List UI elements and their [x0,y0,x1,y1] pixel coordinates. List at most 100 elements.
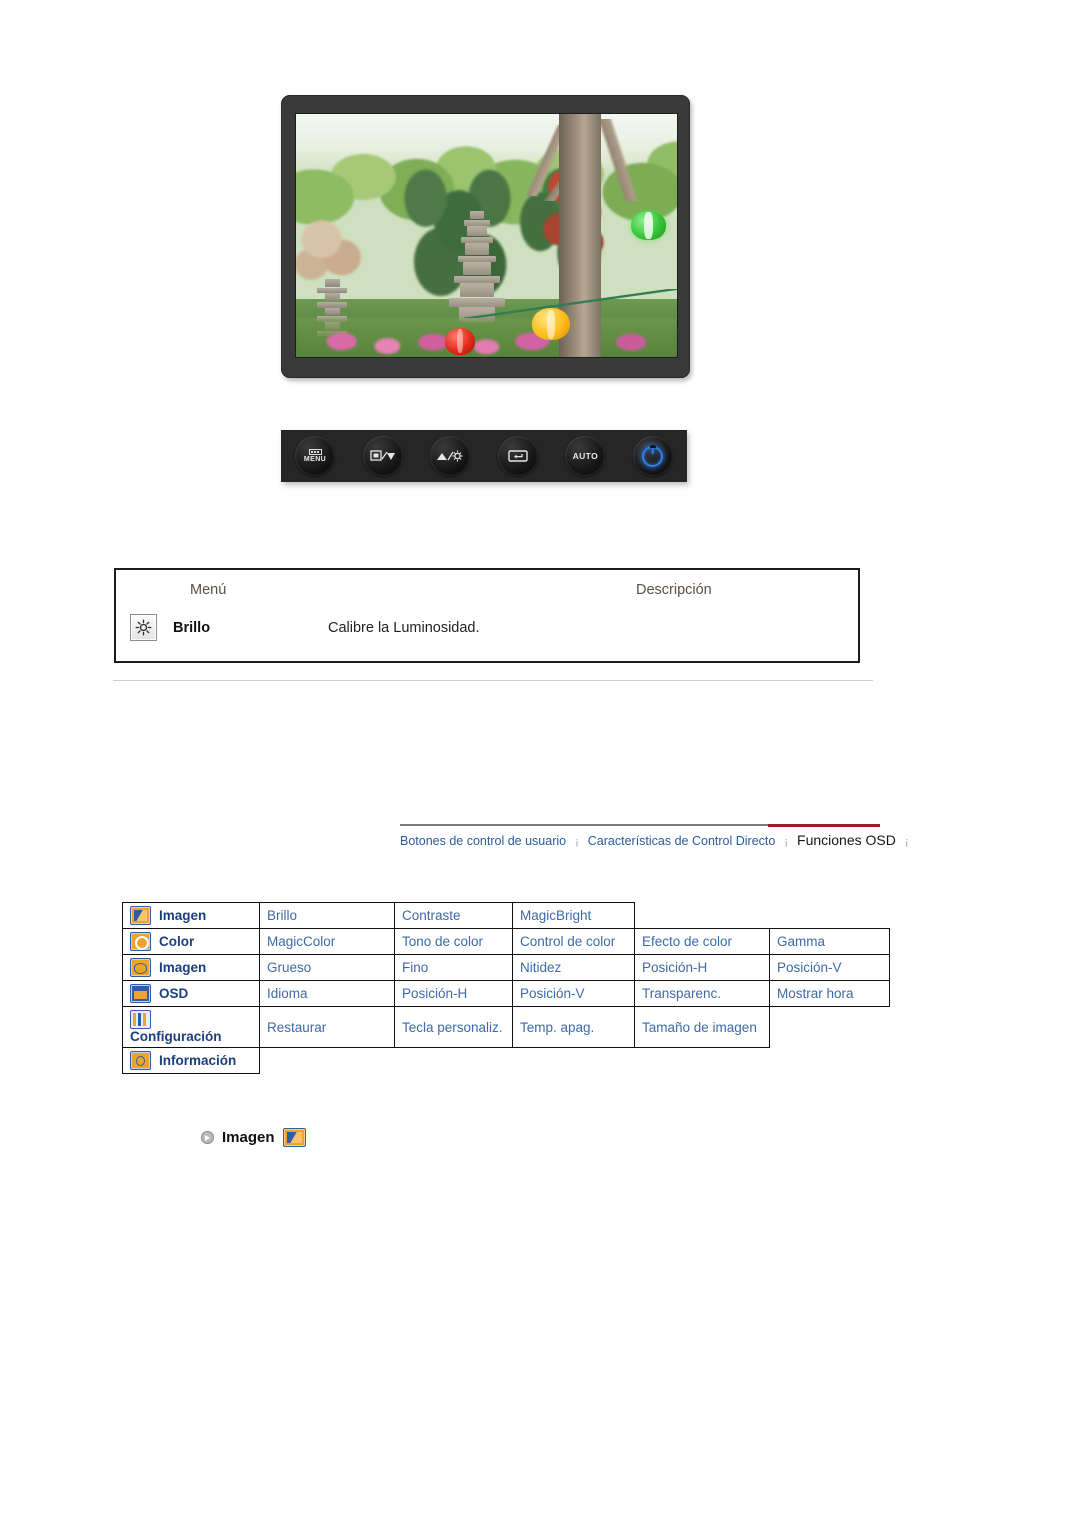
empty-cell [635,903,770,929]
auto-button-label: AUTO [572,451,599,461]
section-heading-imagen: Imagen [201,1128,306,1147]
color-icon [130,932,151,951]
menu-item-cell[interactable]: Temp. apag. [512,1006,635,1048]
breadcrumb-rule [400,824,768,826]
menu-item-cell[interactable]: Idioma [259,980,395,1007]
menu-item-cell[interactable]: Control de color [512,928,635,955]
menu-button[interactable]: MENU [295,436,335,476]
garden-photo [296,114,677,357]
menu-button-label: MENU [303,455,327,463]
menu-name: Brillo [173,619,211,636]
category-label: Configuración [130,1029,222,1044]
monitor-screen [295,113,678,358]
breadcrumb-separator: ¡ [575,836,579,848]
table-row: Brillo Calibre la Luminosidad. [116,608,858,661]
category-label: Información [159,1053,237,1068]
information-icon [130,1051,151,1070]
menu-item-cell[interactable]: Posición-H [394,980,513,1007]
category-label: OSD [159,986,189,1001]
breadcrumb-item-funciones-osd[interactable]: Funciones OSD [797,832,896,848]
table-row-informacion: Información [122,1047,890,1074]
geometry-icon [130,958,151,977]
category-cell-osd[interactable]: OSD [122,980,260,1007]
empty-cell [770,1048,890,1074]
description-table-header: Menú Descripción [116,570,858,608]
menu-description-table: Menú Descripción Brillo Calibre la Lumin… [114,568,860,663]
category-cell-configuracion[interactable]: Configuración [122,1006,260,1048]
menu-item-cell[interactable]: Transparenc. [634,980,770,1007]
breadcrumb-item-control-directo[interactable]: Características de Control Directo [588,834,776,848]
breadcrumb: Botones de control de usuario ¡ Caracter… [400,824,909,858]
image-icon [282,1128,306,1147]
enter-button[interactable] [497,436,538,476]
category-label: Imagen [159,908,207,923]
menu-item-cell[interactable]: Nitidez [512,954,635,981]
menu-item-cell[interactable]: Posición-H [634,954,770,981]
menu-item-cell[interactable]: Tamaño de imagen [634,1006,770,1048]
category-cell-imagen[interactable]: Imagen [122,902,260,929]
menu-item-cell[interactable]: MagicBright [512,902,635,929]
breadcrumb-separator: ¡ [784,836,789,848]
source-down-button[interactable] [362,436,403,476]
arrow-bullet-icon [201,1131,214,1144]
empty-cell [395,1048,513,1074]
breadcrumb-item-botones-control[interactable]: Botones de control de usuario [400,834,566,848]
column-header-menu: Menú [190,582,227,598]
breadcrumb-accent-bar [768,824,880,827]
empty-cell [770,1007,890,1048]
breadcrumb-separator: ¡ [904,836,909,848]
osd-menu-map-table: Imagen Brillo Contraste MagicBright Colo… [122,902,890,1074]
brightness-up-icon [437,450,463,462]
menu-item-cell[interactable]: Gamma [769,928,890,955]
power-button[interactable] [632,436,673,476]
brightness-up-button[interactable] [430,436,471,476]
auto-button[interactable]: AUTO [565,436,606,476]
menu-item-cell[interactable]: MagicColor [259,928,395,955]
table-row-configuracion: Configuración Restaurar Tecla personaliz… [122,1006,890,1048]
image-icon [130,906,151,925]
table-row-osd: OSD Idioma Posición-H Posición-V Transpa… [122,980,890,1007]
monitor-control-bar: MENU AUTO [281,430,687,482]
table-row-imagen: Imagen Brillo Contraste MagicBright [122,902,890,929]
category-cell-color[interactable]: Color [122,928,260,955]
menu-item-cell[interactable]: Posición-V [769,954,890,981]
menu-item-cell[interactable]: Fino [394,954,513,981]
page-title: Imagen [222,1129,275,1146]
category-label: Imagen [159,960,207,975]
source-down-icon [369,450,395,461]
empty-cell [513,1048,635,1074]
category-cell-imagen-geometria[interactable]: Imagen [122,954,260,981]
menu-item-cell[interactable]: Contraste [394,902,513,929]
menu-item-cell[interactable]: Restaurar [259,1006,395,1048]
empty-cell [770,903,890,929]
enter-icon [508,450,528,462]
menu-item-cell[interactable]: Tecla personaliz. [394,1006,513,1048]
table-row-imagen-geometria: Imagen Grueso Fino Nitidez Posición-H Po… [122,954,890,981]
lantern-green [631,211,666,241]
menu-bars-icon [308,448,322,455]
horizontal-divider [113,680,873,681]
lantern-yellow [532,308,571,340]
menu-description: Calibre la Luminosidad. [328,619,480,636]
shrub-left [296,206,373,289]
brightness-icon [130,614,157,641]
osd-icon [130,984,151,1003]
category-label: Color [159,934,195,949]
menu-item-cell[interactable]: Grueso [259,954,395,981]
lantern-wire [463,288,677,319]
menu-item-cell[interactable]: Tono de color [394,928,513,955]
setup-icon [130,1010,151,1029]
category-cell-informacion[interactable]: Información [122,1047,260,1074]
power-icon [642,445,664,467]
lantern-red [444,327,476,355]
menu-cell: Brillo [116,614,302,641]
table-row-color: Color MagicColor Tono de color Control d… [122,928,890,955]
menu-item-cell[interactable]: Brillo [259,902,395,929]
empty-cell [635,1048,770,1074]
menu-item-cell[interactable]: Efecto de color [634,928,770,955]
menu-item-cell[interactable]: Posición-V [512,980,635,1007]
empty-cell [260,1048,395,1074]
menu-item-cell[interactable]: Mostrar hora [769,980,890,1007]
monitor-illustration [281,95,690,378]
column-header-description: Descripción [636,582,712,598]
